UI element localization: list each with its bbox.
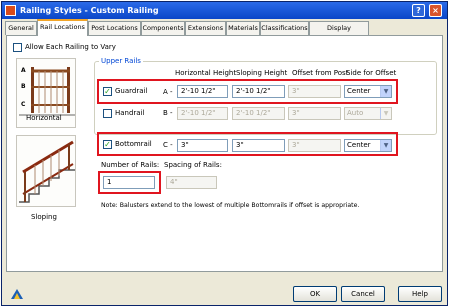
sloping-caption: Sloping <box>31 213 57 221</box>
handrail-label: Handrail <box>115 109 145 117</box>
handrail-offset-input[interactable]: 3" <box>288 107 341 120</box>
header-horizontal-height: Horizontal Height <box>175 69 237 77</box>
bottomrail-letter: C - <box>163 141 173 149</box>
sloping-railing-thumbnail <box>16 135 76 207</box>
tab-general[interactable]: General <box>5 21 37 35</box>
horizontal-railing-icon <box>19 67 75 116</box>
tab-components[interactable]: Components <box>141 21 185 35</box>
number-of-rails-label: Number of Rails: <box>101 161 160 169</box>
rail-locations-panel: Allow Each Railing to Vary A B C Horizon… <box>6 35 443 272</box>
spacing-of-rails-label: Spacing of Rails: <box>164 161 222 169</box>
app-logo-icon <box>9 287 25 301</box>
thumb-label-b: B <box>21 83 26 90</box>
header-side-for-offset: Side for Offset <box>346 69 397 77</box>
window-title: Railing Styles - Custom Railing <box>20 6 159 15</box>
help-button[interactable]: Help <box>398 286 442 302</box>
allow-each-railing-checkbox[interactable] <box>13 43 22 52</box>
handrail-checkbox[interactable] <box>103 109 112 118</box>
tab-classifications[interactable]: Classifications <box>260 21 309 35</box>
handrail-horizontal-height-input[interactable]: 2'-10 1/2" <box>177 107 228 120</box>
sloping-railing-icon <box>19 140 75 203</box>
thumb-label-a: A <box>21 67 26 74</box>
bottomrail-side-select[interactable]: Center ▼ <box>344 139 392 152</box>
handrail-sloping-height-input[interactable]: 2'-10 1/2" <box>232 107 285 120</box>
railing-styles-dialog: Railing Styles - Custom Railing ? × Gene… <box>1 1 448 306</box>
handrail-side-value: Auto <box>347 109 364 117</box>
tab-display-properties[interactable]: Display Properties <box>309 21 369 45</box>
bottomrail-checkbox[interactable]: ✓ <box>103 140 112 149</box>
chevron-down-icon: ▼ <box>380 140 391 151</box>
bottomrail-sloping-height-input[interactable]: 3" <box>232 139 285 152</box>
balusters-note: Note: Balusters extend to the lowest of … <box>101 202 360 209</box>
tab-rail-locations[interactable]: Rail Locations <box>37 19 88 36</box>
app-icon <box>5 5 16 16</box>
tab-extensions[interactable]: Extensions <box>185 21 226 35</box>
bottomrail-offset-input[interactable]: 3" <box>288 139 341 152</box>
header-sloping-height: Sloping Height <box>236 69 288 77</box>
spacing-of-rails-input[interactable]: 4" <box>166 176 217 189</box>
upper-rails-label: Upper Rails <box>99 57 143 65</box>
number-of-rails-highlight <box>98 171 161 194</box>
ok-button[interactable]: OK <box>293 286 337 302</box>
bottomrail-horizontal-height-input[interactable]: 3" <box>177 139 228 152</box>
bottomrail-label: Bottomrail <box>115 140 152 148</box>
chevron-down-icon: ▼ <box>380 108 391 119</box>
cancel-button[interactable]: Cancel <box>341 286 385 302</box>
guardrail-highlight <box>97 79 398 104</box>
tab-materials[interactable]: Materials <box>226 21 260 35</box>
handrail-side-select[interactable]: Auto ▼ <box>344 107 392 120</box>
title-help-button[interactable]: ? <box>412 4 425 17</box>
header-offset-from-post: Offset from Post <box>292 69 349 77</box>
close-button[interactable]: × <box>429 4 442 17</box>
horizontal-caption: Horizontal <box>26 114 62 122</box>
bottomrail-side-value: Center <box>347 141 371 149</box>
title-bar: Railing Styles - Custom Railing ? × <box>2 2 447 19</box>
handrail-letter: B - <box>163 109 173 117</box>
thumb-label-c: C <box>21 101 26 108</box>
tab-post-locations[interactable]: Post Locations <box>88 21 141 35</box>
allow-each-railing-label: Allow Each Railing to Vary <box>25 43 116 51</box>
